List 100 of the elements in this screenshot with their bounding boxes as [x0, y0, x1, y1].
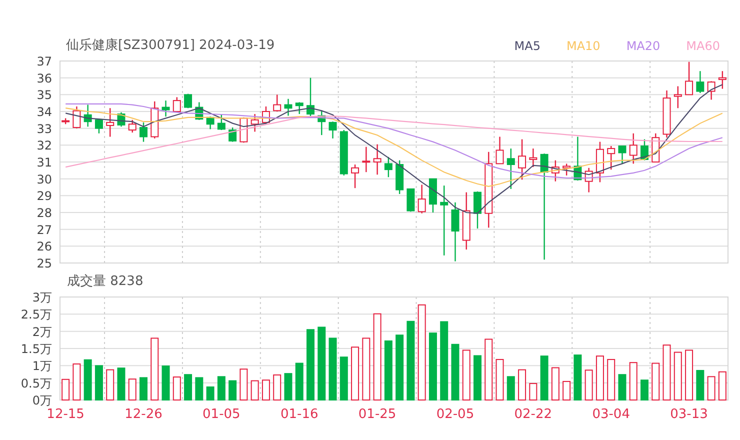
candlestick [362, 146, 370, 172]
volume-bar [451, 344, 460, 400]
date-label: 12-26 [124, 407, 162, 422]
axis-label: 2.5万 [20, 308, 52, 322]
candlestick [62, 118, 70, 124]
axis-label: 0万 [32, 394, 52, 408]
volume-bar [62, 378, 70, 400]
axis-label: 27 [36, 222, 52, 237]
volume-bar [496, 358, 504, 400]
volume-bar [284, 373, 292, 400]
volume-bar [428, 332, 437, 400]
volume-bar [718, 371, 726, 400]
candlestick [662, 90, 671, 138]
candlestick [584, 168, 593, 192]
volume-bar [596, 356, 604, 400]
volume-bar [217, 376, 226, 400]
volume-bar [396, 334, 404, 400]
candlestick [217, 114, 226, 130]
volume-bar [462, 350, 470, 400]
candlestick [318, 110, 326, 136]
volume-bar [128, 378, 136, 400]
volume-bar [662, 344, 671, 400]
candlestick [128, 120, 136, 133]
axis-label: 36 [36, 71, 52, 86]
candlestick [340, 130, 348, 176]
candlestick [84, 104, 92, 127]
date-label: 12-15 [46, 407, 84, 422]
legend-label: MA60 [686, 38, 720, 55]
candlestick [406, 188, 415, 212]
axis-label: 34 [36, 105, 52, 119]
axis-label: 31 [36, 156, 52, 170]
volume-bar [195, 377, 204, 400]
date-label: 03-04 [592, 407, 630, 422]
candlestick [117, 112, 126, 127]
volume-bar [607, 358, 616, 400]
axis-label: 1.5万 [20, 342, 52, 356]
volume-bar [551, 367, 560, 400]
candlestick [396, 160, 404, 194]
candlestick [195, 102, 204, 120]
volume-bar [240, 368, 248, 400]
volume-bar [562, 380, 571, 400]
candlestick [640, 139, 648, 160]
date-label: 02-22 [514, 407, 552, 422]
candlestick [496, 136, 504, 164]
volume-bar [306, 329, 314, 400]
volume-bar [328, 338, 337, 400]
axis-label: 2万 [32, 324, 52, 339]
candlestick [451, 202, 460, 262]
legend-label: MA20 [626, 38, 660, 55]
candlestick [228, 128, 237, 142]
volume-bar [262, 380, 270, 400]
candlestick [273, 94, 282, 112]
candlestick [462, 192, 470, 250]
candlestick [150, 101, 159, 138]
volume-bar [295, 362, 304, 400]
volume-bar [94, 365, 103, 400]
candlestick [506, 148, 515, 189]
candlestick [718, 71, 726, 89]
volume-bar [629, 362, 638, 400]
volume-bar [506, 376, 515, 400]
axis-label: 25 [36, 256, 52, 270]
volume-bar [484, 338, 493, 400]
volume-bar [140, 377, 148, 400]
candlestick [707, 81, 716, 100]
candlestick [574, 136, 582, 181]
volume-bar [707, 376, 716, 400]
volume-bar [84, 359, 92, 400]
volume-bar [685, 350, 694, 400]
date-label: 03-13 [670, 407, 708, 422]
candlestick [685, 62, 694, 96]
volume-bar [674, 352, 682, 400]
axis-label: 0.5万 [20, 376, 52, 390]
volume-bar [351, 346, 360, 400]
volume-bar [72, 363, 81, 400]
legend-label: MA10 [566, 38, 600, 55]
volume-bar [518, 369, 526, 400]
axis-label: 29 [36, 189, 52, 204]
axis-label: 33 [36, 122, 52, 136]
candlestick [106, 108, 114, 137]
axis-label: 26 [36, 240, 52, 254]
volume-bar [106, 369, 114, 400]
candlestick [206, 116, 214, 130]
candlestick [140, 122, 148, 142]
candlestick [162, 100, 170, 117]
candlestick [418, 184, 426, 214]
candlestick [373, 144, 382, 175]
date-label: 01-16 [280, 407, 318, 422]
candlestick [94, 119, 103, 134]
legend-label: MA5 [514, 38, 540, 55]
axis-label: 35 [36, 88, 52, 102]
axis-label: 32 [36, 138, 52, 153]
candlestick [440, 186, 448, 256]
candlestick [384, 156, 392, 178]
candlestick [351, 164, 360, 188]
date-label: 01-05 [202, 407, 240, 422]
date-label: 01-25 [358, 407, 396, 422]
volume-bar [273, 374, 282, 400]
axis-label: 37 [36, 56, 52, 68]
candlestick [262, 106, 270, 124]
candlestick [518, 139, 526, 180]
